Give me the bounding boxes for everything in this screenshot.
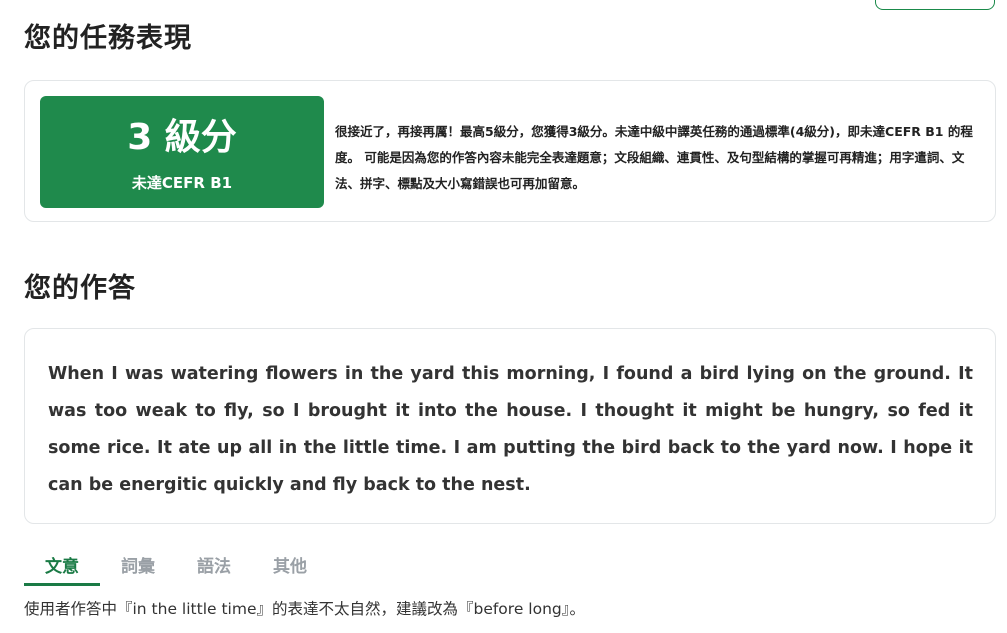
tab-meaning[interactable]: 文意 [24,548,100,586]
answer-card: When I was watering flowers in the yard … [24,328,996,524]
performance-title: 您的任務表現 [24,23,192,54]
score-card: 3 級分 未達CEFR B1 很接近了，再接再厲！最高5級分，您獲得3級分。未達… [24,80,996,222]
cefr-status: 未達CEFR B1 [131,174,233,192]
top-right-button[interactable] [875,0,995,10]
tab-vocabulary[interactable]: 詞彙 [100,548,176,586]
answer-text: When I was watering flowers in the yard … [48,364,973,495]
score-comment: 很接近了，再接再厲！最高5級分，您獲得3級分。未達中級中譯英任務的通過標準(4級… [335,124,973,191]
feedback-tabs: 文意 詞彙 語法 其他 [24,548,328,586]
score-level: 3 級分 [127,117,237,158]
tab-other[interactable]: 其他 [252,548,328,586]
score-badge: 3 級分 未達CEFR B1 [40,96,324,208]
results-page: 您的任務表現 3 級分 未達CEFR B1 很接近了，再接再厲！最高5級分，您獲… [0,0,1007,633]
tab-grammar[interactable]: 語法 [176,548,252,586]
feedback-text: 使用者作答中『in the little time』的表達不太自然，建議改為『b… [24,600,585,618]
answer-title: 您的作答 [24,273,136,304]
